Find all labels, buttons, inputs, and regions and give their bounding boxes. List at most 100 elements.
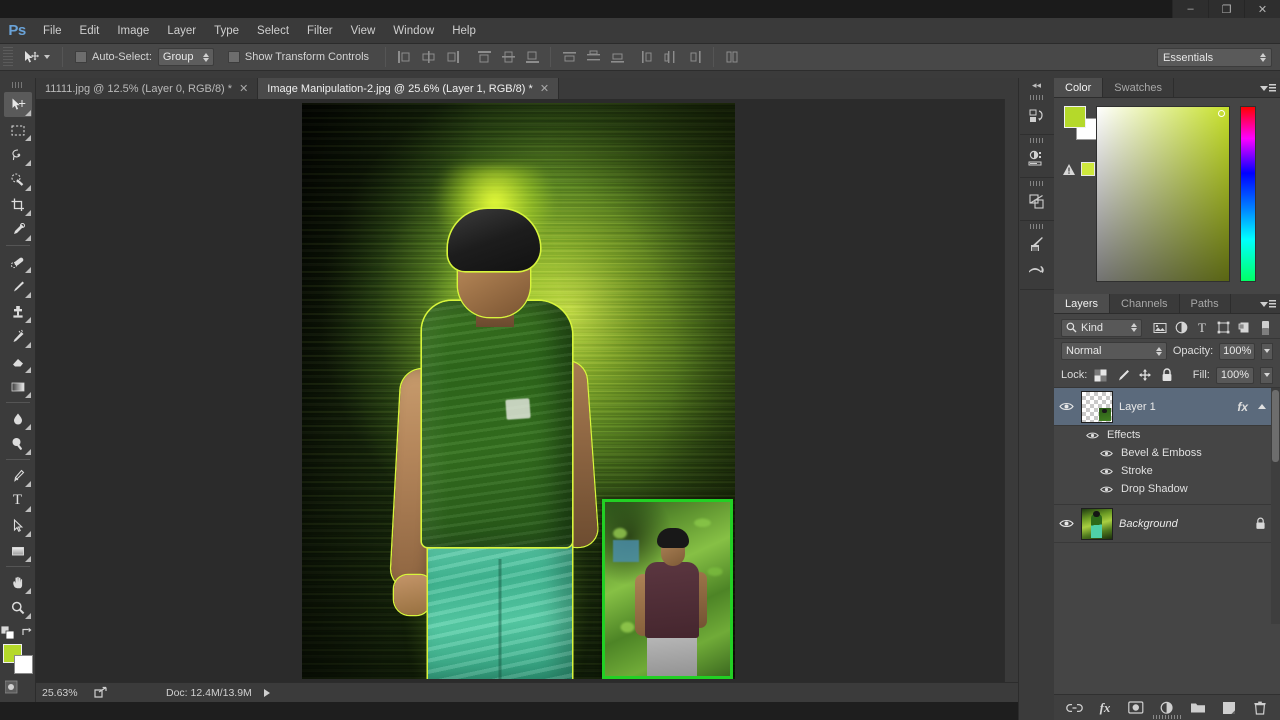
layer-list-scrollbar-thumb[interactable] xyxy=(1272,390,1279,462)
align-left-edges-icon[interactable] xyxy=(392,46,416,68)
effect-visibility-eye-icon[interactable] xyxy=(1098,481,1115,498)
menu-image[interactable]: Image xyxy=(108,18,158,44)
auto-align-layers-icon[interactable] xyxy=(720,46,744,68)
distribute-left-edges-icon[interactable] xyxy=(635,46,659,68)
document-canvas[interactable] xyxy=(302,103,735,679)
layer-name[interactable]: Background xyxy=(1119,518,1249,530)
effects-visibility-eye-icon[interactable] xyxy=(1084,427,1101,444)
tool-preset-picker[interactable] xyxy=(13,47,56,67)
distribute-top-edges-icon[interactable] xyxy=(557,46,581,68)
tools-panel-grip[interactable] xyxy=(11,82,24,88)
dodge-tool[interactable] xyxy=(4,431,32,456)
opacity-value[interactable]: 100% xyxy=(1219,342,1256,360)
distribute-vertical-centers-icon[interactable] xyxy=(581,46,605,68)
new-group-icon[interactable] xyxy=(1190,699,1207,716)
canvas-area[interactable] xyxy=(36,99,1018,682)
rectangular-marquee-tool[interactable] xyxy=(4,117,32,142)
minimize-button[interactable]: – xyxy=(1172,0,1208,18)
gamut-alternate-color-swatch[interactable] xyxy=(1081,162,1095,176)
menu-select[interactable]: Select xyxy=(248,18,298,44)
fill-slider-chevron-down-icon[interactable] xyxy=(1260,366,1273,384)
play-arrow-icon[interactable] xyxy=(263,688,270,697)
document-tab-11111[interactable]: 11111.jpg @ 12.5% (Layer 0, RGB/8) * ✕ xyxy=(36,78,259,99)
layer-effect-stroke[interactable]: Stroke xyxy=(1054,462,1280,480)
distribute-right-edges-icon[interactable] xyxy=(683,46,707,68)
default-colors-icon[interactable] xyxy=(1,626,14,639)
layer-effect-drop-shadow[interactable]: Drop Shadow xyxy=(1054,480,1280,498)
menu-layer[interactable]: Layer xyxy=(158,18,205,44)
horizontal-type-tool[interactable]: T xyxy=(4,488,32,513)
lock-position-icon[interactable] xyxy=(1137,368,1152,383)
filter-toggle-icon[interactable] xyxy=(1257,320,1273,336)
pen-tool[interactable] xyxy=(4,463,32,488)
brush-presets-panel-icon[interactable] xyxy=(1022,258,1052,284)
brush-tool[interactable] xyxy=(4,274,32,299)
dock-group-grip[interactable] xyxy=(1029,224,1044,229)
history-panel-icon[interactable] xyxy=(1022,103,1052,129)
layer-row-background[interactable]: Background xyxy=(1054,505,1280,543)
fill-value[interactable]: 100% xyxy=(1215,366,1254,384)
share-icon[interactable] xyxy=(94,686,108,699)
link-layers-icon[interactable] xyxy=(1065,699,1083,716)
lock-transparent-pixels-icon[interactable] xyxy=(1093,368,1108,383)
blur-tool[interactable] xyxy=(4,406,32,431)
path-selection-tool[interactable] xyxy=(4,513,32,538)
distribute-horizontal-centers-icon[interactable] xyxy=(659,46,683,68)
close-button[interactable]: ✕ xyxy=(1244,0,1280,18)
filter-adjustment-layers-icon[interactable] xyxy=(1173,320,1189,336)
menu-file[interactable]: File xyxy=(34,18,71,44)
options-bar-grip[interactable] xyxy=(3,47,13,67)
layer-effects-expand-chevron-up-icon[interactable] xyxy=(1258,404,1266,409)
auto-select-checkbox[interactable] xyxy=(75,51,87,63)
layer-name[interactable]: Layer 1 xyxy=(1119,401,1231,413)
color-panel-swatches[interactable] xyxy=(1064,106,1098,140)
auto-select-scope-dropdown[interactable]: Group xyxy=(157,48,214,66)
background-color-swatch[interactable] xyxy=(13,655,33,674)
layer-fx-badge[interactable]: fx xyxy=(1237,400,1248,414)
panel-resize-grip[interactable] xyxy=(1153,715,1181,719)
filter-type-layers-icon[interactable]: T xyxy=(1194,320,1210,336)
layer-thumbnail[interactable] xyxy=(1081,390,1113,423)
color-picker-handle[interactable] xyxy=(1218,110,1225,117)
align-top-edges-icon[interactable] xyxy=(472,46,496,68)
layer-effects-group[interactable]: Effects xyxy=(1054,426,1280,444)
blend-mode-dropdown[interactable]: Normal xyxy=(1061,342,1167,360)
quick-mask-mode-icon[interactable] xyxy=(4,680,31,696)
filter-pixel-layers-icon[interactable] xyxy=(1152,320,1168,336)
spot-healing-brush-tool[interactable] xyxy=(4,249,32,274)
color-swatches[interactable] xyxy=(2,644,33,674)
gradient-tool[interactable] xyxy=(4,374,32,399)
canvas-vertical-scrollbar[interactable] xyxy=(1004,99,1018,682)
effect-visibility-eye-icon[interactable] xyxy=(1098,445,1115,462)
zoom-level[interactable]: 25.63% xyxy=(36,687,94,699)
workspace-switcher[interactable]: Essentials xyxy=(1157,48,1272,67)
filter-smart-object-icon[interactable] xyxy=(1236,320,1252,336)
lock-all-icon[interactable] xyxy=(1159,368,1174,383)
eraser-tool[interactable] xyxy=(4,349,32,374)
styles-panel-icon[interactable] xyxy=(1022,189,1052,215)
opacity-slider-chevron-down-icon[interactable] xyxy=(1261,342,1273,360)
tool-preset-chevron-down-icon[interactable] xyxy=(44,55,50,59)
new-layer-icon[interactable] xyxy=(1221,699,1238,716)
lock-image-pixels-icon[interactable] xyxy=(1115,368,1130,383)
rectangle-tool[interactable] xyxy=(4,538,32,563)
clone-stamp-tool[interactable] xyxy=(4,299,32,324)
delete-layer-icon[interactable] xyxy=(1252,699,1269,716)
align-right-edges-icon[interactable] xyxy=(440,46,464,68)
crop-tool[interactable] xyxy=(4,192,32,217)
restore-button[interactable]: ❐ xyxy=(1208,0,1244,18)
tab-layers[interactable]: Layers xyxy=(1054,294,1111,313)
dock-group-grip[interactable] xyxy=(1029,181,1044,186)
color-panel-foreground-swatch[interactable] xyxy=(1064,106,1086,128)
collapse-panels-icon[interactable]: ◂◂ xyxy=(1019,78,1055,92)
adjustments-panel-icon[interactable] xyxy=(1022,146,1052,172)
move-tool[interactable] xyxy=(3,92,32,117)
lasso-tool[interactable] xyxy=(4,142,32,167)
document-tab-image-manipulation-2[interactable]: Image Manipulation-2.jpg @ 25.6% (Layer … xyxy=(258,78,560,99)
panel-menu-icon[interactable] xyxy=(1260,298,1276,310)
menu-help[interactable]: Help xyxy=(443,18,485,44)
panel-menu-icon[interactable] xyxy=(1260,82,1276,94)
tab-color[interactable]: Color xyxy=(1054,78,1104,97)
menu-filter[interactable]: Filter xyxy=(298,18,342,44)
align-horizontal-centers-icon[interactable] xyxy=(416,46,440,68)
